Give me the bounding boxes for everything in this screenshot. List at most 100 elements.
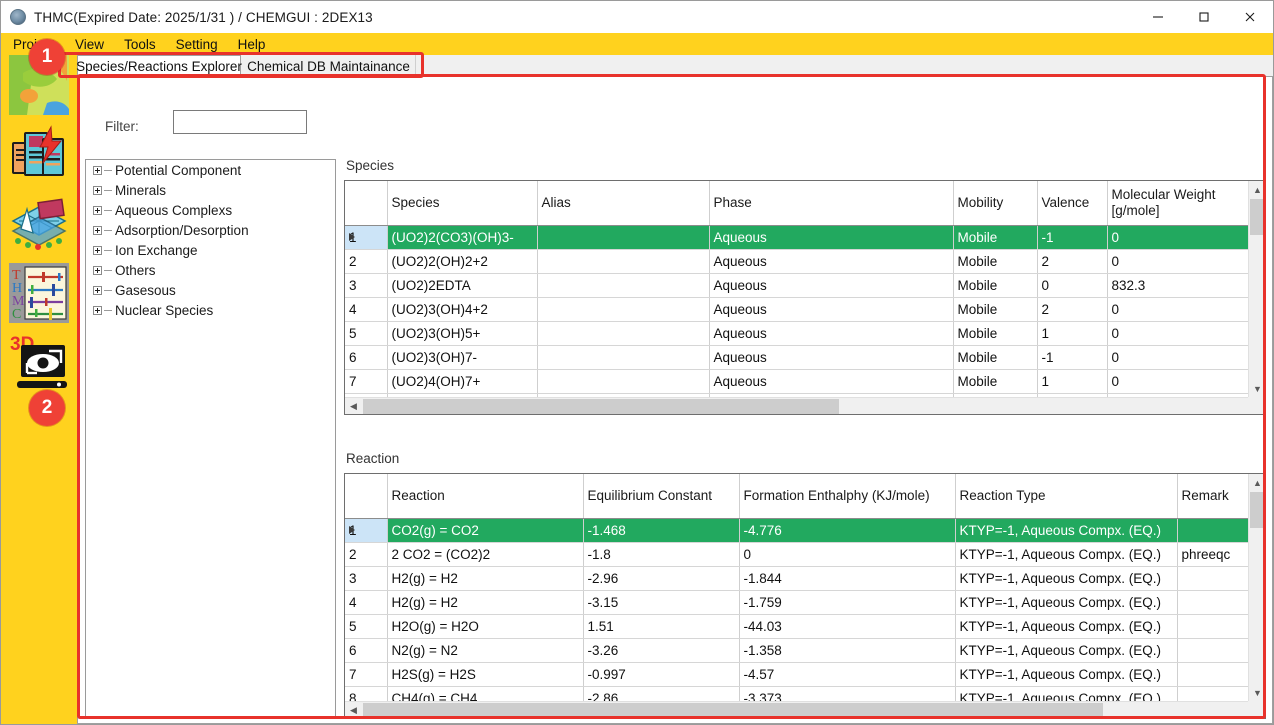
cell-alias[interactable] (537, 369, 710, 394)
cell-molecular-weight[interactable]: 0 (1107, 225, 1248, 250)
cell-equilibrium-constant[interactable]: -2.96 (583, 566, 740, 591)
cell-phase[interactable]: Aqueous (709, 297, 954, 322)
table-row[interactable]: 2 (UO2)2(OH)2+2 Aqueous Mobile 2 0 (345, 249, 1248, 274)
expand-plus-icon[interactable] (93, 205, 102, 215)
cell-reaction[interactable]: CO2(g) = CO2 (387, 518, 584, 543)
table-row[interactable]: 4 H2(g) = H2 -3.15 -1.759 KTYP=-1, Aqueo… (345, 590, 1248, 615)
scroll-down-icon[interactable]: ▼ (1249, 380, 1265, 397)
scroll-up-icon[interactable]: ▲ (1249, 474, 1265, 491)
reaction-col-remark[interactable]: Remark (1177, 474, 1248, 519)
species-vertical-scrollbar[interactable]: ▲ ▼ (1248, 181, 1265, 397)
reaction-grid[interactable]: Reaction Equilibrium Constant Formation … (344, 473, 1266, 719)
cell-alias[interactable] (537, 273, 710, 298)
table-row[interactable]: 7 (UO2)4(OH)7+ Aqueous Mobile 1 0 (345, 369, 1248, 394)
vertical-scroll-thumb[interactable] (1250, 199, 1265, 235)
cell-remark[interactable] (1177, 662, 1248, 687)
cell-equilibrium-constant[interactable]: -3.26 (583, 638, 740, 663)
species-col-mobility[interactable]: Mobility (953, 181, 1038, 226)
tree-node-minerals[interactable]: Minerals (86, 180, 335, 200)
menu-item-help[interactable]: Help (228, 37, 276, 52)
cell-reaction[interactable]: N2(g) = N2 (387, 638, 584, 663)
species-grid[interactable]: Species Alias Phase Mobility Valence Mol… (344, 180, 1266, 415)
cell-molecular-weight[interactable]: 0 (1107, 345, 1248, 370)
cell-formation-enthalphy[interactable]: -3.373 (739, 686, 956, 701)
cell-species[interactable]: (UO2)3(OH)7- (387, 345, 538, 370)
cell-mobility[interactable]: Mobile (953, 297, 1038, 322)
cell-valence[interactable]: 0 (1037, 273, 1108, 298)
reaction-horizontal-scrollbar[interactable]: ◀ ▶ (345, 701, 1265, 718)
tree-node-nuclear-species[interactable]: Nuclear Species (86, 300, 335, 320)
cell-reaction[interactable]: H2(g) = H2 (387, 566, 584, 591)
row-header[interactable]: 4 (345, 297, 388, 322)
cell-alias[interactable] (537, 321, 710, 346)
species-col-alias[interactable]: Alias (537, 181, 710, 226)
cell-formation-enthalphy[interactable]: -1.844 (739, 566, 956, 591)
row-header[interactable]: 3 (345, 566, 388, 591)
row-header[interactable]: 1 (345, 518, 388, 543)
horizontal-scroll-thumb[interactable] (363, 399, 839, 414)
cell-reaction[interactable]: H2(g) = H2 (387, 590, 584, 615)
cell-reaction[interactable]: 2 CO2 = (CO2)2 (387, 542, 584, 567)
table-row[interactable]: 4 (UO2)3(OH)4+2 Aqueous Mobile 2 0 (345, 297, 1248, 322)
row-header[interactable]: 5 (345, 321, 388, 346)
cell-alias[interactable] (537, 297, 710, 322)
tab-species-reactions-explorer[interactable]: Species/Reactions Explorer (76, 55, 242, 77)
cell-valence[interactable]: 1 (1037, 369, 1108, 394)
expand-plus-icon[interactable] (93, 265, 102, 275)
cell-phase[interactable]: Aqueous (709, 345, 954, 370)
scroll-down-icon[interactable]: ▼ (1249, 684, 1265, 701)
cell-mobility[interactable]: Mobile (953, 345, 1038, 370)
table-row[interactable]: 6 N2(g) = N2 -3.26 -1.358 KTYP=-1, Aqueo… (345, 638, 1248, 663)
row-header[interactable]: 8 (345, 686, 388, 701)
cell-remark[interactable] (1177, 638, 1248, 663)
species-horizontal-scrollbar[interactable]: ◀ ▶ (345, 397, 1265, 414)
tree-node-ion-exchange[interactable]: Ion Exchange (86, 240, 335, 260)
cell-equilibrium-constant[interactable]: -2.86 (583, 686, 740, 701)
cell-mobility[interactable]: Mobile (953, 321, 1038, 346)
cell-remark[interactable] (1177, 518, 1248, 543)
table-row[interactable]: 5 H2O(g) = H2O 1.51 -44.03 KTYP=-1, Aque… (345, 614, 1248, 639)
cell-formation-enthalphy[interactable]: 0 (739, 542, 956, 567)
cell-alias[interactable] (537, 225, 710, 250)
reaction-col-equilibrium-constant[interactable]: Equilibrium Constant (583, 474, 740, 519)
close-button[interactable] (1227, 1, 1273, 33)
scroll-left-icon[interactable]: ◀ (345, 702, 362, 718)
cell-reaction-type[interactable]: KTYP=-1, Aqueous Compx. (EQ.) (955, 542, 1178, 567)
cell-equilibrium-constant[interactable]: -1.8 (583, 542, 740, 567)
table-row[interactable]: 1 (UO2)2(CO3)(OH)3- Aqueous Mobile -1 0 (345, 225, 1248, 250)
cell-valence[interactable]: 2 (1037, 249, 1108, 274)
3d-viewer-icon[interactable]: 3D (9, 333, 69, 393)
cell-reaction[interactable]: H2O(g) = H2O (387, 614, 584, 639)
table-row[interactable]: 3 (UO2)2EDTA Aqueous Mobile 0 832.3 (345, 273, 1248, 298)
cell-phase[interactable]: Aqueous (709, 225, 954, 250)
cell-formation-enthalphy[interactable]: -44.03 (739, 614, 956, 639)
table-row[interactable]: 7 H2S(g) = H2S -0.997 -4.57 KTYP=-1, Aqu… (345, 662, 1248, 687)
cell-species[interactable]: (UO2)4(OH)7+ (387, 369, 538, 394)
cell-formation-enthalphy[interactable]: -4.776 (739, 518, 956, 543)
cell-equilibrium-constant[interactable]: -3.15 (583, 590, 740, 615)
row-header[interactable]: 1 (345, 225, 388, 250)
cell-species[interactable]: (UO2)2EDTA (387, 273, 538, 298)
cell-equilibrium-constant[interactable]: -1.468 (583, 518, 740, 543)
species-col-phase[interactable]: Phase (709, 181, 954, 226)
row-header[interactable]: 3 (345, 273, 388, 298)
filter-input[interactable] (173, 110, 307, 134)
cell-phase[interactable]: Aqueous (709, 273, 954, 298)
species-col-molecular-weight[interactable]: Molecular Weight [g/mole] (1107, 181, 1248, 226)
cell-reaction-type[interactable]: KTYP=-1, Aqueous Compx. (EQ.) (955, 614, 1178, 639)
table-row[interactable]: 6 (UO2)3(OH)7- Aqueous Mobile -1 0 (345, 345, 1248, 370)
tree-node-potential-component[interactable]: Potential Component (86, 160, 335, 180)
cell-reaction-type[interactable]: KTYP=-1, Aqueous Compx. (EQ.) (955, 566, 1178, 591)
cell-species[interactable]: (UO2)2(CO3)(OH)3- (387, 225, 538, 250)
row-header[interactable]: 4 (345, 590, 388, 615)
species-col-species[interactable]: Species (387, 181, 538, 226)
minimize-button[interactable] (1135, 1, 1181, 33)
cell-mobility[interactable]: Mobile (953, 369, 1038, 394)
vertical-scroll-thumb[interactable] (1250, 492, 1265, 528)
cell-species[interactable]: (UO2)3(OH)4+2 (387, 297, 538, 322)
expand-plus-icon[interactable] (93, 225, 102, 235)
cell-formation-enthalphy[interactable]: -1.759 (739, 590, 956, 615)
cell-phase[interactable]: Aqueous (709, 369, 954, 394)
cell-remark[interactable] (1177, 590, 1248, 615)
cell-equilibrium-constant[interactable]: -0.997 (583, 662, 740, 687)
